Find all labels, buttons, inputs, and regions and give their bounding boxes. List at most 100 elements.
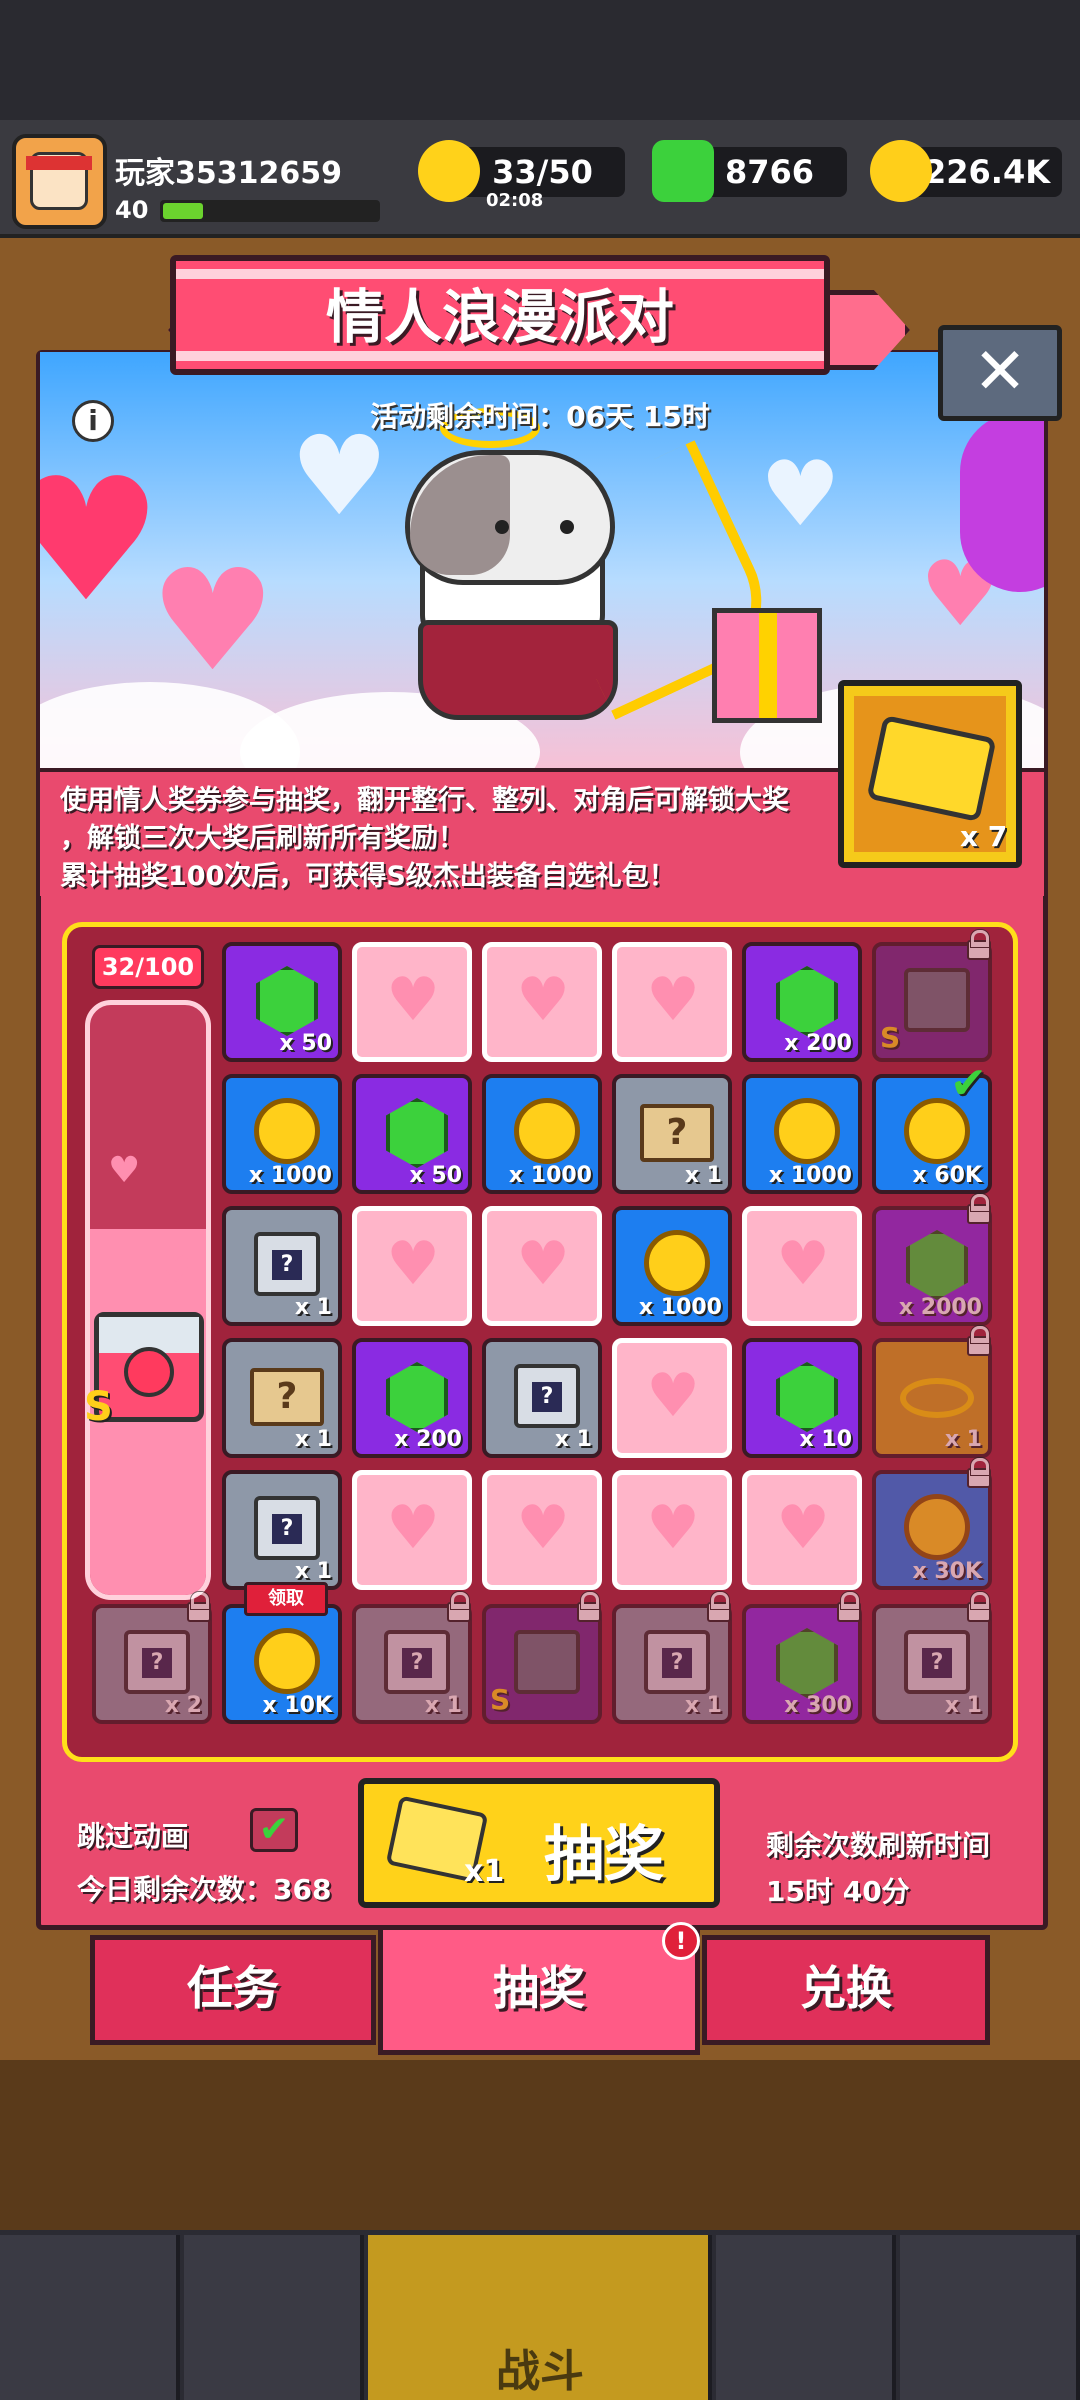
heart-icon: ♥ <box>516 1493 570 1563</box>
close-icon: ✕ <box>973 335 1027 409</box>
hidden-card[interactable]: ♥ <box>612 1338 732 1458</box>
gem-icon <box>776 1362 838 1432</box>
skip-animation-label: 跳过动画 <box>77 1820 190 1853</box>
s-rank-badge: S <box>84 1384 113 1430</box>
hidden-card[interactable]: ♥ <box>482 942 602 1062</box>
reward-cell-gem[interactable]: x 50 <box>222 942 342 1062</box>
mystery-box-icon: ? <box>904 1630 970 1694</box>
hidden-card[interactable]: ♥ <box>352 1206 472 1326</box>
today-remaining: 今日剩余次数：368 <box>77 1873 332 1906</box>
check-icon: ✔ <box>950 1058 987 1109</box>
lock-icon <box>964 1324 991 1356</box>
tab-draw[interactable]: 抽奖 <box>378 1925 700 2055</box>
reward-cell-gem[interactable]: x 2000 <box>872 1194 992 1326</box>
reward-cell-coin[interactable]: x 10K 领取 <box>222 1582 342 1724</box>
lock-icon <box>964 1192 991 1224</box>
lock-icon <box>574 1590 601 1622</box>
reward-quantity: x 1 <box>294 1427 332 1452</box>
hidden-card[interactable]: ♥ <box>742 1206 862 1326</box>
reward-cell-ring[interactable]: x 1 <box>872 1326 992 1458</box>
reward-cell-box[interactable]: ? x 1 <box>222 1206 342 1326</box>
hidden-card[interactable]: ♥ <box>742 1470 862 1590</box>
tab-exchange[interactable]: 兑换 <box>702 1935 990 2045</box>
info-icon[interactable]: i <box>72 400 114 442</box>
refresh-label: 剩余次数刷新时间 <box>766 1829 991 1862</box>
reward-quantity: x 50 <box>409 1163 462 1188</box>
heart-icon: ♥ <box>776 1493 830 1563</box>
reward-cell-coin[interactable]: x 1000 <box>482 1074 602 1194</box>
reward-cell-equip[interactable]: S <box>872 930 992 1062</box>
reward-cell-coin[interactable]: x 60K ✔ <box>872 1058 992 1194</box>
reward-quantity: x 2 <box>164 1693 202 1718</box>
reward-cell-box[interactable]: ? x 1 <box>482 1338 602 1458</box>
gem-icon <box>776 966 838 1036</box>
reward-quantity: x 1000 <box>768 1163 852 1188</box>
player-avatar[interactable] <box>12 134 107 229</box>
reward-quantity: x 1 <box>294 1295 332 1320</box>
mystery-box-icon: ? <box>124 1630 190 1694</box>
heart-decoration-icon: ♥ <box>40 442 163 640</box>
reward-cell-box[interactable]: ? x 1 <box>872 1592 992 1724</box>
heart-icon: ♥ <box>516 1229 570 1299</box>
hidden-card[interactable]: ♥ <box>482 1206 602 1326</box>
mystery-box-icon: ? <box>254 1232 320 1296</box>
heart-icon: ♥ <box>646 965 700 1035</box>
nav-skills[interactable] <box>716 2235 896 2400</box>
reward-cell-scroll[interactable]: ? x 1 <box>612 1074 732 1194</box>
nav-shop[interactable] <box>0 2235 180 2400</box>
reward-cell-coin[interactable]: x 30K <box>872 1458 992 1590</box>
reward-cell-gem[interactable]: x 300 <box>742 1592 862 1724</box>
tab-tasks[interactable]: 任务 <box>90 1935 376 2045</box>
heart-icon: ♥ <box>108 1150 141 1191</box>
heart-icon: ♥ <box>386 965 440 1035</box>
reward-quantity: x 1 <box>294 1559 332 1584</box>
tab-draw-badge: ! <box>662 1922 700 1960</box>
reward-quantity: x 1 <box>684 1163 722 1188</box>
reward-cell-scroll[interactable]: ? x 1 <box>222 1338 342 1458</box>
skip-animation-checkbox[interactable]: ✔ <box>250 1808 298 1852</box>
reward-quantity: x 30K <box>912 1559 982 1584</box>
lock-icon <box>184 1590 211 1622</box>
reward-cell-box[interactable]: ? x 1 <box>612 1592 732 1724</box>
reward-cell-gem[interactable]: x 10 <box>742 1338 862 1458</box>
claim-tag[interactable]: 领取 <box>244 1582 328 1616</box>
reward-cell-coin[interactable]: x 1000 <box>222 1074 342 1194</box>
hidden-card[interactable]: ♥ <box>352 1470 472 1590</box>
gem-icon <box>256 966 318 1036</box>
reward-quantity: x 1 <box>944 1427 982 1452</box>
nav-evolve[interactable] <box>900 2235 1080 2400</box>
hidden-card[interactable]: ♥ <box>612 942 732 1062</box>
halo-icon <box>900 1378 974 1418</box>
reward-cell-box[interactable]: ? x 1 <box>352 1592 472 1724</box>
progress-tube <box>85 1000 211 1600</box>
player-name: 玩家35312659 <box>115 156 342 191</box>
close-button[interactable]: ✕ <box>938 325 1062 421</box>
draw-button[interactable]: x1 抽奖 <box>358 1778 720 1908</box>
hidden-card[interactable]: ♥ <box>352 942 472 1062</box>
equipment-icon <box>904 968 970 1032</box>
reward-cell-coin[interactable]: x 1000 <box>742 1074 862 1194</box>
description-line: 累计抽奖100次后，可获得S级杰出装备自选礼包！ <box>60 861 676 892</box>
reward-quantity: x 300 <box>784 1693 852 1718</box>
hidden-card[interactable]: ♥ <box>482 1470 602 1590</box>
nav-equipment[interactable] <box>184 2235 364 2400</box>
gem-icon[interactable] <box>652 140 714 202</box>
coin-icon[interactable] <box>870 140 932 202</box>
heart-decoration-icon: ♥ <box>150 540 276 703</box>
reward-cell-gem[interactable]: x 200 <box>742 942 862 1062</box>
balloon-decoration <box>960 412 1044 592</box>
reward-cell-coin[interactable]: x 1000 <box>612 1206 732 1326</box>
s-rank-badge: S <box>490 1683 511 1716</box>
reward-cell-gem[interactable]: x 200 <box>352 1338 472 1458</box>
reward-quantity: x 1 <box>944 1693 982 1718</box>
reward-cell-box[interactable]: ? x 1 <box>222 1470 342 1590</box>
reward-cell-box[interactable]: ? x 2 <box>92 1592 212 1724</box>
reward-cell-gem[interactable]: x 50 <box>352 1074 472 1194</box>
reward-cell-equip[interactable]: S <box>482 1592 602 1724</box>
reward-quantity: x 50 <box>279 1031 332 1056</box>
reward-quantity: x 200 <box>784 1031 852 1056</box>
heart-icon: ♥ <box>776 1229 830 1299</box>
hidden-card[interactable]: ♥ <box>612 1470 732 1590</box>
energy-icon[interactable] <box>418 140 480 202</box>
description-line: 使用情人奖券参与抽奖，翻开整行、整列、对角后可解锁大奖 <box>60 785 789 816</box>
